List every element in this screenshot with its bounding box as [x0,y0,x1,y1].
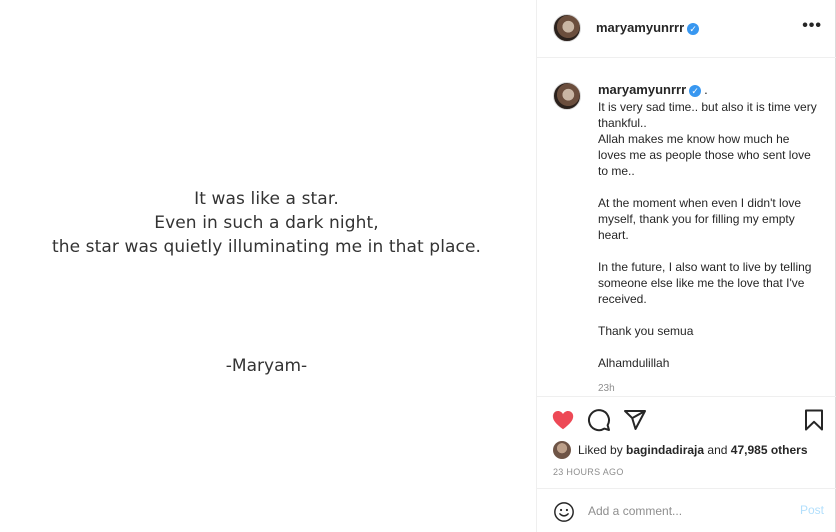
comment-icon[interactable] [587,408,611,432]
emoji-icon[interactable] [553,501,575,523]
caption-paragraph: Thank you semua [598,324,694,338]
caption-paragraph: Alhamdulillah [598,356,670,370]
post-timestamp[interactable]: 23 HOURS AGO [553,467,624,477]
comments-section[interactable]: maryamyunrrr ✓. It is very sad time.. but… [537,59,836,396]
heart-icon[interactable] [551,408,575,432]
post-header: maryamyunrrr ✓ ••• [537,0,836,58]
caption-author-username: maryamyunrrr ✓. [598,82,708,97]
more-options-icon[interactable]: ••• [802,17,822,35]
quote-signature: -Maryam- [225,356,308,376]
author-username-text[interactable]: maryamyunrrr [596,20,684,35]
likes-count-link[interactable]: 47,985 others [731,443,808,457]
bookmark-icon[interactable] [802,408,826,432]
add-comment-bar: Post [537,488,836,532]
liked-by-and: and [707,443,728,457]
likes-text: Liked by bagindadiraja and 47,985 others [578,443,808,457]
share-icon[interactable] [623,408,647,432]
liked-by-prefix: Liked by [578,443,623,457]
caption-time[interactable]: 23h [598,383,615,394]
caption-author-avatar[interactable] [553,82,581,110]
quote-line-2: Even in such a dark night, [154,213,379,233]
caption-paragraph: In the future, I also want to live by te… [598,260,812,306]
instagram-post-modal: It was like a star. Even in such a dark … [0,0,836,532]
post-image[interactable]: It was like a star. Even in such a dark … [0,0,536,532]
likes-summary: Liked by bagindadiraja and 47,985 others [553,441,833,461]
post-comment-button[interactable]: Post [800,503,824,517]
caption-paragraph: It is very sad time.. but also it is tim… [598,100,817,178]
caption-suffix: . [704,82,708,97]
quote-text: It was like a star. Even in such a dark … [0,187,533,259]
author-username[interactable]: maryamyunrrr ✓ [596,20,700,35]
verified-badge-icon: ✓ [689,85,702,97]
quote-line-3: the star was quietly illuminating me in … [51,237,482,257]
post-sidebar: maryamyunrrr ✓ ••• maryamyunrrr ✓. It is v… [536,0,836,532]
caption-username-text[interactable]: maryamyunrrr [598,82,686,97]
caption-paragraph: At the moment when even I didn't love my… [598,196,802,242]
caption-text: It is very sad time.. but also it is tim… [598,99,820,371]
comment-input[interactable] [588,502,778,520]
liked-by-user[interactable]: bagindadiraja [626,443,704,457]
post-actions: Liked by bagindadiraja and 47,985 others… [537,396,836,488]
verified-badge-icon: ✓ [687,23,700,35]
quote-line-1: It was like a star. [194,189,339,209]
liker-avatar[interactable] [553,441,571,459]
author-avatar[interactable] [553,14,581,42]
